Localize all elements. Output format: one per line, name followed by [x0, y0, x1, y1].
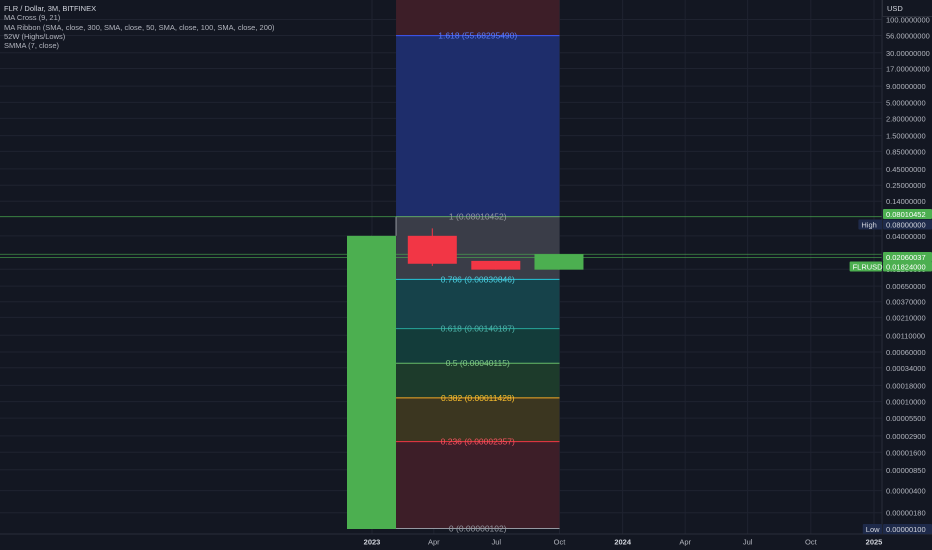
price-tick-label: 30.00000000 [886, 49, 930, 58]
fib-label-0.5: 0.5 (0.00040115) [446, 358, 510, 368]
price-tick-label: 0.00000850 [886, 466, 926, 475]
price-tick-label: 9.00000000 [886, 82, 926, 91]
price-tick-label: 0.00005500 [886, 414, 926, 423]
price-tick-label: 0.45000000 [886, 165, 926, 174]
price-tick-label: 0.00018000 [886, 381, 926, 390]
currency-label[interactable]: USD [882, 0, 932, 17]
price-axis[interactable]: 100.000000056.0000000030.0000000017.0000… [881, 0, 932, 550]
time-tick-label: Apr [428, 538, 440, 547]
time-tick-label: Apr [679, 538, 691, 547]
fib-band-0.382 [396, 397, 560, 442]
chart-legend: FLR / Dollar, 3M, BITFINEX MA Cross (9, … [4, 4, 275, 50]
candle-up [534, 254, 584, 270]
fib-label-0: 0 (0.00000102) [449, 523, 507, 533]
fib-band-1.618 [396, 35, 560, 217]
time-tick-label: Oct [805, 538, 818, 547]
time-tick-label: Jul [492, 538, 502, 547]
price-tag-label: 0.02060037 [886, 253, 926, 262]
price-tick-label: 0.25000000 [886, 181, 926, 190]
candle-up [347, 235, 396, 529]
candle-down [407, 235, 457, 264]
price-tag-side-label: Low [866, 525, 880, 534]
indicator-smma[interactable]: SMMA (7, close) [4, 41, 275, 50]
price-tag-label: 0.00000100 [886, 525, 926, 534]
fib-label-1: 1 (0.08010452) [449, 212, 507, 222]
time-tick-label: Oct [554, 538, 567, 547]
price-tick-label: 0.00000400 [886, 487, 926, 496]
price-tag-side-label: High [861, 221, 876, 230]
price-tick-label: 0.00002900 [886, 432, 926, 441]
price-tag-label: 0.01824000 [886, 263, 926, 272]
price-tick-label: 5.00000000 [886, 98, 926, 107]
price-tick-label: 0.04000000 [886, 232, 926, 241]
fib-band-0.236 [396, 441, 560, 529]
price-tick-label: 1.50000000 [886, 132, 926, 141]
price-tick-label: 0.00370000 [886, 298, 926, 307]
price-tag-side-label: FLRUSD [853, 263, 884, 272]
indicator-ma-ribbon[interactable]: MA Ribbon (SMA, close, 300, SMA, close, … [4, 23, 275, 32]
fib-label-0.236: 0.236 (0.00002357) [441, 437, 515, 447]
symbol-title[interactable]: FLR / Dollar, 3M, BITFINEX [4, 4, 275, 13]
time-axis-background [0, 534, 932, 550]
price-tag-label: 0.08010452 [886, 210, 926, 219]
time-axis[interactable]: 2023 Apr Jul Oct 2024 Apr Jul Oct 2025 [0, 533, 932, 550]
price-tick-label: 0.00001600 [886, 448, 926, 457]
price-tick-label: 0.00034000 [886, 364, 926, 373]
price-tick-label: 17.00000000 [886, 64, 930, 73]
fib-label-1.618: 1.618 (55.68295490) [438, 31, 517, 41]
price-tick-label: 2.80000000 [886, 114, 926, 123]
candle-down [471, 260, 521, 270]
time-tick-label: Jul [743, 538, 753, 547]
price-tick-label: 0.00060000 [886, 348, 926, 357]
fib-label-0.786: 0.786 (0.00830846) [441, 274, 515, 284]
fib-label-0.382: 0.382 (0.00011428) [441, 393, 515, 403]
time-tick-label: 2024 [614, 538, 632, 547]
indicator-52w[interactable]: 52W (Highs/Lows) [4, 32, 275, 41]
price-tick-label: 0.00110000 [886, 331, 925, 340]
price-tick-label: 0.00210000 [886, 313, 926, 322]
fib-band-0.786 [396, 279, 560, 329]
price-tick-label: 0.00010000 [886, 398, 926, 407]
price-tick-label: 0.00000180 [886, 509, 926, 518]
price-chart[interactable]: 1.618 (55.68295490) 1 (0.08010452) 0.786 (… [0, 0, 932, 550]
price-tick-label: 0.14000000 [886, 197, 926, 206]
price-tick-label: 0.85000000 [886, 147, 926, 156]
price-tick-label: 56.00000000 [886, 32, 930, 41]
price-tag-label: 0.08000000 [886, 221, 926, 230]
time-tick-label: 2025 [866, 538, 883, 547]
indicator-ma-cross[interactable]: MA Cross (9, 21) [4, 13, 275, 22]
price-tick-label: 0.00650000 [886, 282, 926, 291]
time-tick-label: 2023 [364, 538, 381, 547]
fib-label-0.618: 0.618 (0.00140187) [441, 324, 515, 334]
